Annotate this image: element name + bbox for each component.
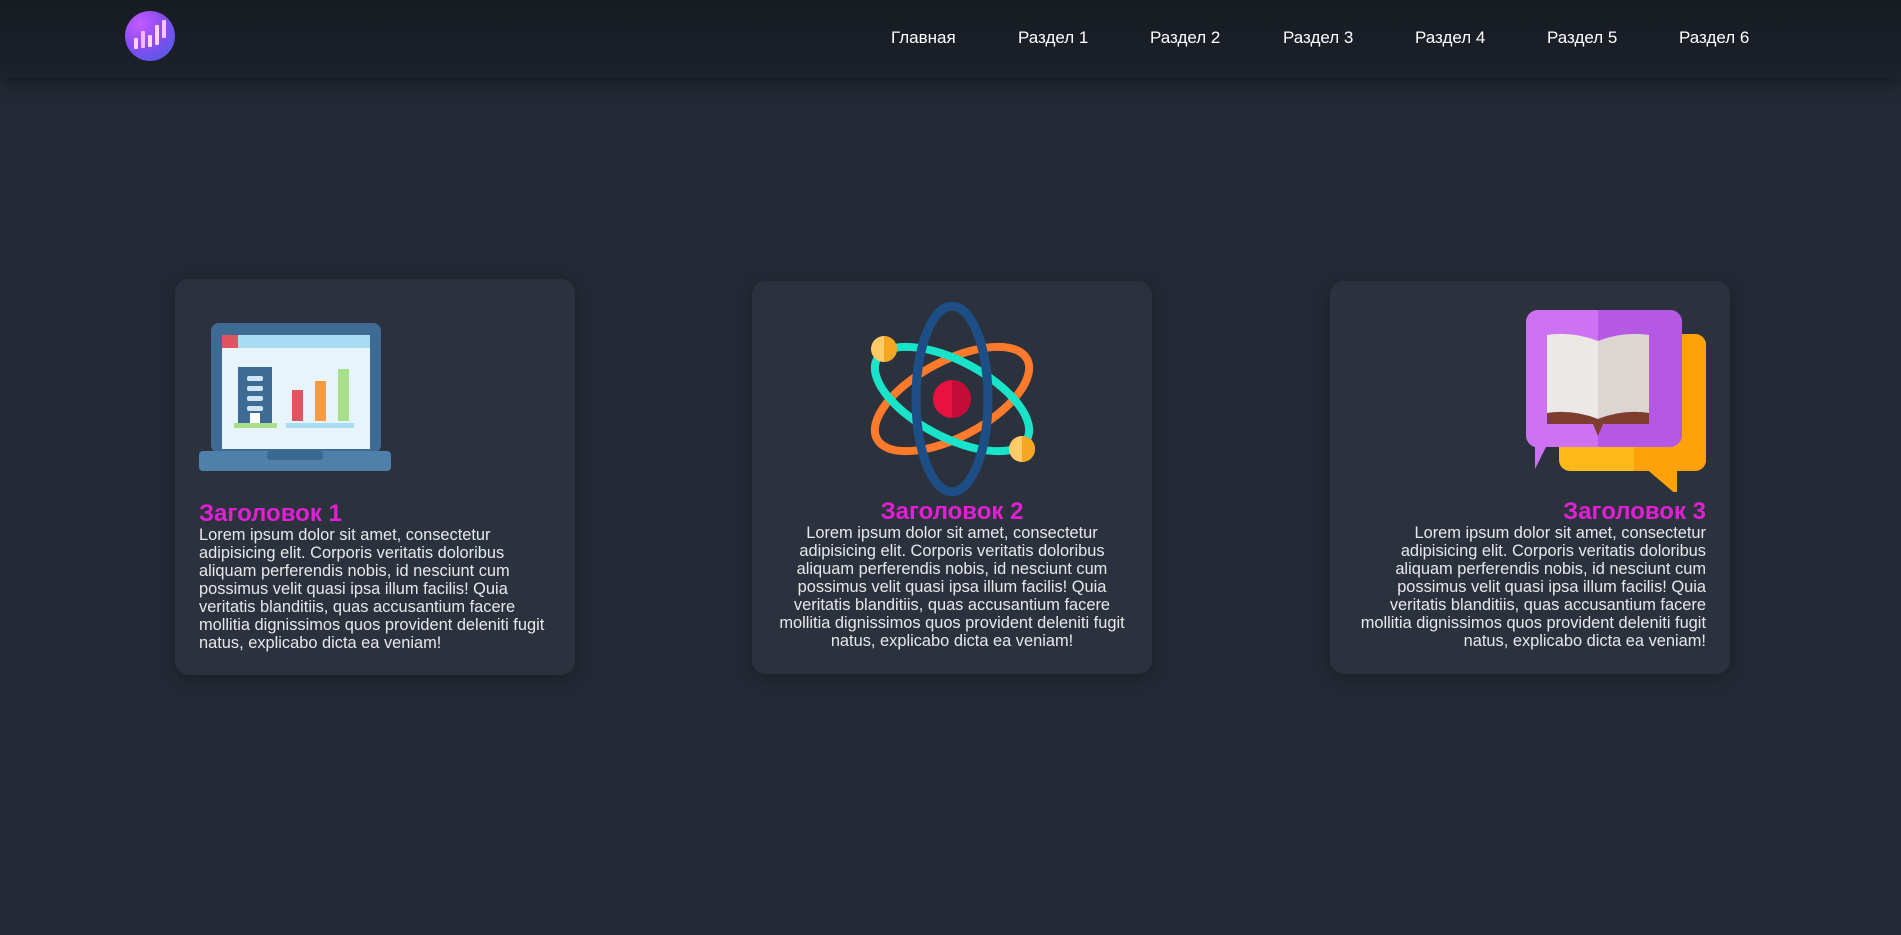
main-nav: Главная Раздел 1 Раздел 2 Раздел 3 Разде… (0, 28, 1901, 50)
card-3: Заголовок 3 Lorem ipsum dolor sit amet, … (1330, 281, 1730, 674)
book-chat-icon (1514, 310, 1706, 497)
nav-item-section-1[interactable]: Раздел 1 (1018, 28, 1088, 48)
laptop-chart-icon (199, 323, 391, 478)
card-text: Lorem ipsum dolor sit amet, consectetur … (199, 526, 545, 652)
atom-icon (862, 301, 1042, 501)
nav-item-section-6[interactable]: Раздел 6 (1679, 28, 1749, 48)
card-1: Заголовок 1 Lorem ipsum dolor sit amet, … (175, 279, 575, 675)
nav-item-section-4[interactable]: Раздел 4 (1415, 28, 1485, 48)
nav-item-section-2[interactable]: Раздел 2 (1150, 28, 1220, 48)
card-text: Lorem ipsum dolor sit amet, consectetur … (1360, 524, 1706, 650)
nav-item-section-3[interactable]: Раздел 3 (1283, 28, 1353, 48)
card-2: Заголовок 2 Lorem ipsum dolor sit amet, … (752, 281, 1152, 674)
nav-item-section-5[interactable]: Раздел 5 (1547, 28, 1617, 48)
card-title: Заголовок 3 (1563, 498, 1706, 525)
nav-item-home[interactable]: Главная (891, 28, 956, 48)
card-text: Lorem ipsum dolor sit amet, consectetur … (779, 524, 1125, 650)
card-title: Заголовок 2 (880, 498, 1024, 525)
site-header: Главная Раздел 1 Раздел 2 Раздел 3 Разде… (0, 0, 1901, 78)
card-title: Заголовок 1 (199, 500, 342, 527)
